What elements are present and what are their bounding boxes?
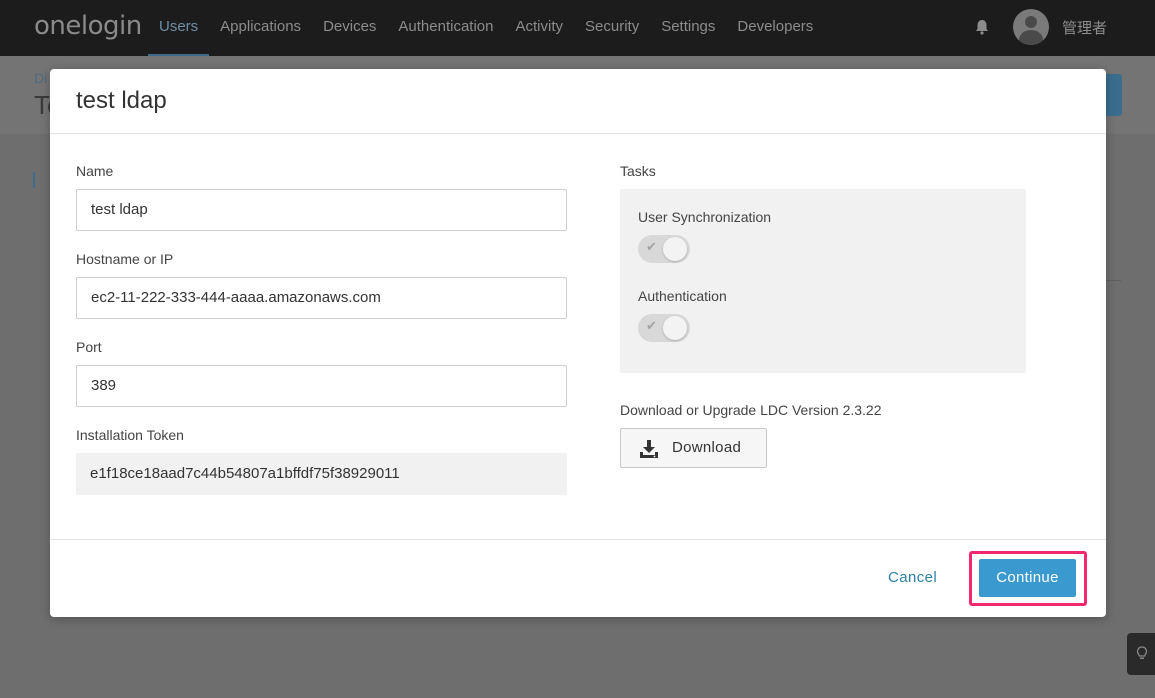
main-nav: Users Applications Devices Authenticatio… xyxy=(148,0,824,56)
ldap-config-modal: test ldap Name test ldap Hostname or IP … xyxy=(50,69,1106,617)
nav-item-users[interactable]: Users xyxy=(148,0,210,56)
user-sync-toggle[interactable]: ✔ xyxy=(638,235,690,263)
installation-token-label: Installation Token xyxy=(76,427,184,443)
download-button[interactable]: Download xyxy=(620,428,767,468)
download-icon xyxy=(640,440,658,458)
cancel-button[interactable]: Cancel xyxy=(888,569,937,586)
name-label: Name xyxy=(76,163,114,179)
continue-button[interactable]: Continue xyxy=(979,559,1076,597)
tasks-label: Tasks xyxy=(620,163,656,179)
background-tab-marker xyxy=(33,172,35,188)
check-icon: ✔ xyxy=(646,239,657,254)
nav-item-authentication[interactable]: Authentication xyxy=(387,0,504,56)
bell-icon[interactable] xyxy=(973,18,991,36)
modal-footer xyxy=(50,539,1106,617)
help-tab-button[interactable] xyxy=(1127,633,1155,675)
tasks-panel: User Synchronization ✔ Authentication ✔ xyxy=(620,189,1026,373)
nav-item-applications[interactable]: Applications xyxy=(209,0,312,56)
lightbulb-icon xyxy=(1136,646,1148,659)
download-button-label: Download xyxy=(672,439,742,456)
nav-item-settings[interactable]: Settings xyxy=(650,0,726,56)
port-input[interactable]: 389 xyxy=(76,365,567,407)
user-sync-label: User Synchronization xyxy=(638,209,772,225)
onelogin-logo[interactable]: onelogin xyxy=(34,11,142,41)
hostname-input[interactable]: ec2-11-222-333-444-aaaa.amazonaws.com xyxy=(76,277,567,319)
hostname-label: Hostname or IP xyxy=(76,251,174,267)
modal-title: test ldap xyxy=(76,87,167,114)
nav-item-security[interactable]: Security xyxy=(574,0,650,56)
top-nav-bar: onelogin Users Applications Devices Auth… xyxy=(0,0,1155,56)
check-icon: ✔ xyxy=(646,318,657,333)
authentication-toggle[interactable]: ✔ xyxy=(638,314,690,342)
nav-item-devices[interactable]: Devices xyxy=(312,0,387,56)
nav-item-developers[interactable]: Developers xyxy=(726,0,824,56)
authentication-label: Authentication xyxy=(638,288,727,304)
nav-item-activity[interactable]: Activity xyxy=(505,0,575,56)
avatar-icon[interactable] xyxy=(1013,9,1049,45)
modal-header: test ldap xyxy=(50,69,1106,134)
port-label: Port xyxy=(76,339,102,355)
username-label[interactable]: 管理者 xyxy=(1062,17,1107,38)
name-input[interactable]: test ldap xyxy=(76,189,567,231)
download-version-label: Download or Upgrade LDC Version 2.3.22 xyxy=(620,402,882,418)
background-breadcrumb: Di xyxy=(34,70,48,86)
installation-token-value: e1f18ce18aad7c44b54807a1bffdf75f38929011 xyxy=(76,453,567,495)
background-divider xyxy=(1106,280,1121,281)
